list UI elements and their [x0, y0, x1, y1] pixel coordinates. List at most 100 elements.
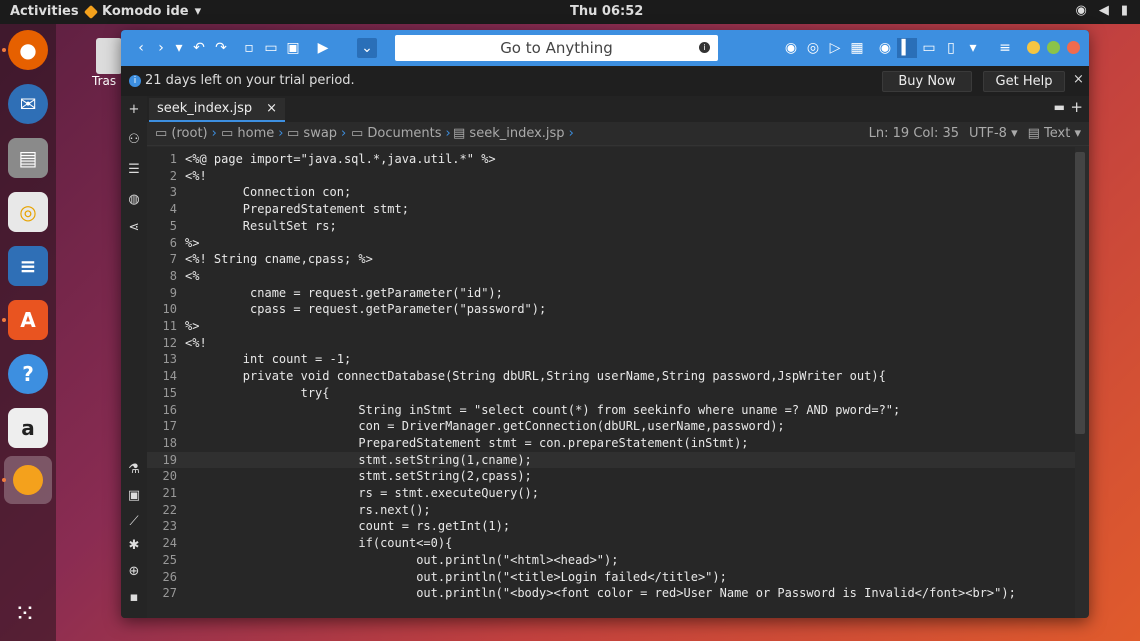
pane-dropdown-icon[interactable]: ▾ [963, 38, 983, 58]
show-applications-icon[interactable]: ⁙ [14, 600, 42, 628]
terminal-icon[interactable]: ▣ [126, 488, 142, 504]
new-file-icon[interactable]: ▫ [239, 38, 259, 58]
go-to-anything-input[interactable]: Go to Anything i [395, 35, 718, 61]
back-icon[interactable]: ‹ [131, 38, 151, 58]
close-trial-button[interactable]: × [1073, 72, 1084, 87]
app-menu[interactable]: Komodo ide ▾ [83, 4, 201, 19]
save-macro-icon[interactable]: ▦ [847, 38, 867, 58]
thunderbird-icon[interactable]: ✉ [8, 84, 48, 124]
code-line[interactable]: 3 Connection con; [147, 184, 1075, 201]
tab-menu-icon[interactable]: ▬ [1054, 100, 1065, 114]
code-line[interactable]: 12 <%! [147, 335, 1075, 352]
language-select[interactable]: ▤ Text ▾ [1028, 126, 1081, 141]
run-icon[interactable]: ▶ [313, 38, 333, 58]
line-number: 2 [169, 168, 177, 183]
code-line[interactable]: 22 rs.next(); [147, 502, 1075, 519]
code-line[interactable]: 26 out.println("<title>Login failed</tit… [147, 569, 1075, 586]
amazon-icon[interactable]: a [8, 408, 48, 448]
regex-icon[interactable]: ✱ [126, 538, 142, 554]
maximize-button[interactable] [1047, 41, 1060, 54]
share-icon[interactable]: ⋖ [126, 220, 142, 236]
code-line[interactable]: 20 stmt.setString(2,cpass); [147, 468, 1075, 485]
help-icon[interactable]: ? [8, 354, 48, 394]
firefox-icon[interactable]: ● [8, 30, 48, 70]
bottom-pane-icon[interactable]: ▭ [919, 38, 939, 58]
code-line[interactable]: 15 try{ [147, 385, 1075, 402]
code-line[interactable]: 6 %> [147, 235, 1075, 252]
files-icon[interactable]: ▤ [8, 138, 48, 178]
open-folder-icon[interactable]: ▭ [261, 38, 281, 58]
close-tab-icon[interactable]: × [266, 98, 277, 120]
save-sidebar-icon[interactable]: ▪ [126, 590, 142, 606]
code-editor[interactable]: 1 <%@ page import="java.sql.*,java.util.*… [147, 147, 1075, 618]
code-line[interactable]: 16 String inStmt = "select count(*) from… [147, 402, 1075, 419]
code-line[interactable]: 7 <%! String cname,cpass; %> [147, 251, 1075, 268]
code-line[interactable]: 13 int count = -1; [147, 351, 1075, 368]
history-dropdown-icon[interactable]: ▾ [169, 38, 189, 58]
right-pane-icon[interactable]: ▯ [941, 38, 961, 58]
menu-icon[interactable]: ≡ [995, 38, 1015, 58]
code-line[interactable]: 10 cpass = request.getParameter("passwor… [147, 301, 1075, 318]
chevron-down-icon[interactable]: ⌄ [357, 38, 377, 58]
code-line[interactable]: 18 PreparedStatement stmt = con.prepareS… [147, 435, 1075, 452]
get-help-button[interactable]: Get Help [983, 71, 1065, 92]
code-line[interactable]: 2 <%! [147, 168, 1075, 185]
test-icon[interactable]: ⚗ [126, 462, 142, 478]
web-icon[interactable]: ⊕ [126, 564, 142, 580]
breadcrumb-file[interactable]: ▤ seek_index.jsp › [453, 126, 574, 141]
redo-icon[interactable]: ↷ [211, 38, 231, 58]
code-text: try{ [185, 385, 330, 400]
buy-now-button[interactable]: Buy Now [882, 71, 972, 92]
chart-icon[interactable]: ⟋ [126, 514, 142, 530]
outline-icon[interactable]: ☰ [126, 162, 142, 178]
code-text: <%@ page import="java.sql.*,java.util.*"… [185, 152, 496, 166]
tab-seek-index[interactable]: seek_index.jsp × [149, 98, 286, 122]
left-pane-icon[interactable]: ▍ [897, 38, 917, 58]
code-line[interactable]: 27 out.println("<body><font color = red>… [147, 585, 1075, 602]
undo-icon[interactable]: ↶ [189, 38, 209, 58]
activities-button[interactable]: Activities [10, 4, 79, 19]
stop-macro-icon[interactable]: ◎ [803, 38, 823, 58]
breadcrumb-documents[interactable]: ▭ Documents › [351, 126, 451, 141]
software-center-icon[interactable]: A [8, 300, 48, 340]
forward-icon[interactable]: › [151, 38, 171, 58]
save-icon[interactable]: ▣ [283, 38, 303, 58]
writer-icon[interactable]: ≡ [8, 246, 48, 286]
code-line[interactable]: 8 <% [147, 268, 1075, 285]
main-toolbar: ‹ › ▾ ↶ ↷ ▫ ▭ ▣ ▶ ⌄ Go to Anything i ◉ ◎ … [121, 30, 1089, 66]
breadcrumb-swap[interactable]: ▭ swap › [287, 126, 346, 141]
eye-icon[interactable]: ◉ [875, 38, 895, 58]
encoding-select[interactable]: UTF-8 ▾ [969, 126, 1018, 141]
add-icon[interactable]: + [126, 102, 142, 118]
system-tray[interactable]: ◉ ◀ ▮ [1076, 3, 1129, 18]
code-line[interactable]: 23 count = rs.getInt(1); [147, 518, 1075, 535]
code-line[interactable]: 14 private void connectDatabase(String d… [147, 368, 1075, 385]
record-macro-icon[interactable]: ◉ [781, 38, 801, 58]
places-icon[interactable]: ⚇ [126, 132, 142, 148]
code-line[interactable]: 4 PreparedStatement stmt; [147, 201, 1075, 218]
line-number: 12 [162, 335, 177, 350]
code-line[interactable]: 9 cname = request.getParameter("id"); [147, 285, 1075, 302]
vertical-scrollbar[interactable] [1075, 152, 1085, 434]
code-line[interactable]: 17 con = DriverManager.getConnection(dbU… [147, 418, 1075, 435]
play-macro-icon[interactable]: ▷ [825, 38, 845, 58]
minimize-button[interactable] [1027, 41, 1040, 54]
new-tab-icon[interactable]: + [1070, 98, 1083, 116]
code-line[interactable]: 25 out.println("<html><head>"); [147, 552, 1075, 569]
code-text: PreparedStatement stmt = con.prepareStat… [185, 435, 749, 450]
code-line[interactable]: 19 stmt.setString(1,cname); [147, 451, 1075, 469]
code-line[interactable]: 5 ResultSet rs; [147, 218, 1075, 235]
globe-icon[interactable]: ◍ [126, 192, 142, 208]
code-line[interactable]: 1 <%@ page import="java.sql.*,java.util.*… [147, 151, 1075, 168]
clock[interactable]: Thu 06:52 [570, 4, 643, 19]
cursor-position[interactable]: Ln: 19 Col: 35 [869, 126, 959, 141]
info-icon[interactable]: i [699, 42, 710, 53]
breadcrumb-home[interactable]: ▭ home › [221, 126, 283, 141]
breadcrumb-root[interactable]: ▭ (root) › [155, 126, 217, 141]
code-line[interactable]: 24 if(count<=0){ [147, 535, 1075, 552]
komodo-dock-icon[interactable] [4, 456, 52, 504]
close-window-button[interactable] [1067, 41, 1080, 54]
code-line[interactable]: 21 rs = stmt.executeQuery(); [147, 485, 1075, 502]
code-line[interactable]: 11 %> [147, 318, 1075, 335]
rhythmbox-icon[interactable]: ◎ [8, 192, 48, 232]
